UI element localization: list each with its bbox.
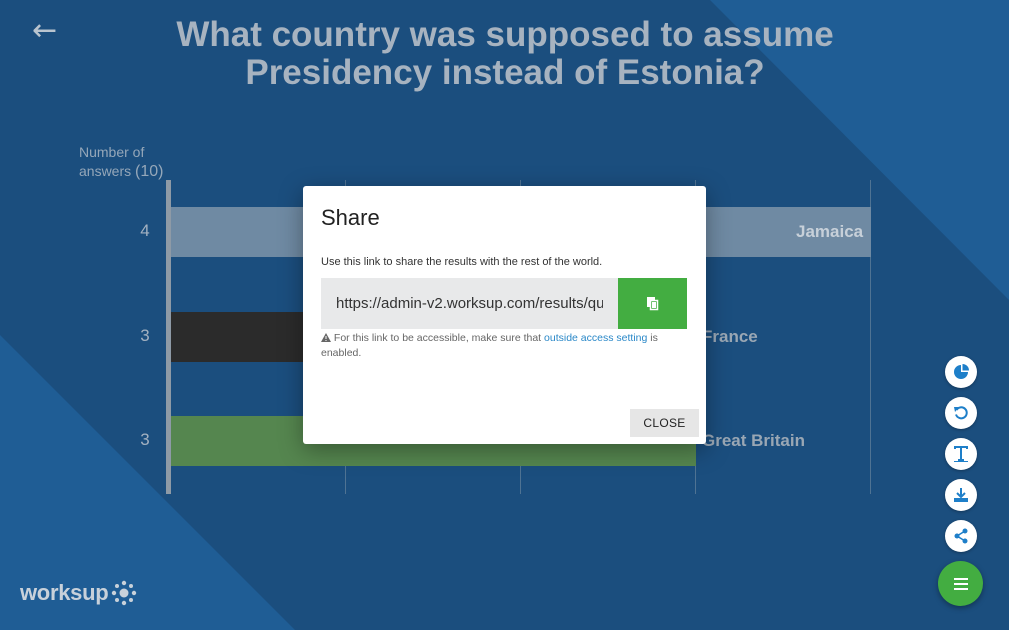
outside-access-setting-link[interactable]: outside access setting xyxy=(544,332,647,344)
download-button[interactable] xyxy=(945,479,977,511)
modal-description: Use this link to share the results with … xyxy=(321,256,603,268)
copy-icon xyxy=(646,296,658,310)
note-prefix: For this link to be accessible, make sur… xyxy=(333,332,542,344)
chart-type-button[interactable] xyxy=(945,356,977,388)
download-icon xyxy=(954,488,968,502)
share-link-row xyxy=(321,278,687,329)
reset-button[interactable] xyxy=(945,397,977,429)
menu-button[interactable] xyxy=(938,561,983,606)
menu-icon xyxy=(953,577,968,590)
modal-title: Share xyxy=(321,205,380,230)
warning-icon xyxy=(321,333,331,342)
share-icon xyxy=(954,528,968,544)
pie-chart-icon xyxy=(954,364,969,379)
logo-text: worksup xyxy=(20,580,109,605)
access-note: For this link to be accessible, make sur… xyxy=(321,331,681,361)
reset-icon xyxy=(954,406,968,420)
copy-link-button[interactable] xyxy=(618,278,687,329)
logo-mark-icon xyxy=(112,580,137,606)
share-modal: Share Use this link to share the results… xyxy=(303,186,706,444)
worksup-logo: worksup xyxy=(20,580,137,606)
text-icon xyxy=(954,446,968,462)
close-button[interactable]: CLOSE xyxy=(630,409,699,437)
share-link-input[interactable] xyxy=(321,278,618,329)
text-button[interactable] xyxy=(945,438,977,470)
share-button[interactable] xyxy=(945,520,977,552)
